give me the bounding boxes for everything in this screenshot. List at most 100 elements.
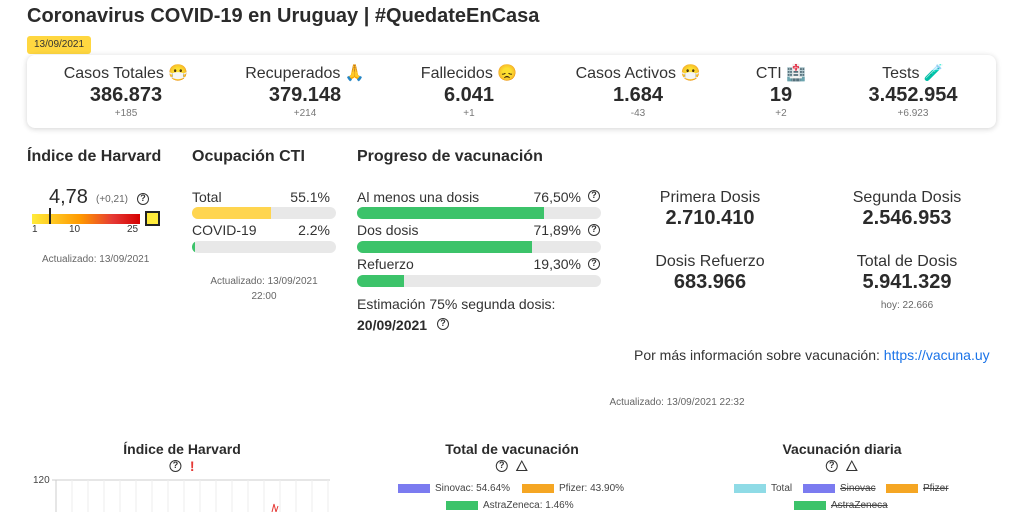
stat-delta: +214 <box>293 108 317 119</box>
stat-label: CTI 🏥 <box>755 65 807 82</box>
legend-total[interactable]: Total <box>734 483 792 494</box>
vacc-booster-help-icon[interactable]: ? <box>588 258 600 270</box>
vacc-estimate-help-icon[interactable]: ? <box>437 318 449 330</box>
harvard-chart-icons: ? ! <box>169 457 195 475</box>
harvard-chart-plot <box>52 479 330 512</box>
vacc-total-doses-label: Total de Dosis <box>856 253 958 270</box>
warning-icon <box>516 460 529 472</box>
vacc-first-dose: Primera Dosis 2.710.410 <box>660 189 760 230</box>
legend-swatch <box>522 483 554 493</box>
stat-deceased: Fallecidos 😞 6.041 +1 <box>421 63 517 119</box>
daily-vac-help-icon[interactable]: ? <box>825 459 838 472</box>
harvard-scale-label-1: 1 <box>32 224 38 235</box>
legend-pfizer[interactable]: Pfizer: 43.90% <box>522 483 624 494</box>
stat-value: 1.684 <box>612 84 664 106</box>
legend-label: Sinovac <box>840 483 876 494</box>
stat-value: 386.873 <box>89 84 163 106</box>
vacc-booster-dose-value: 683.966 <box>673 271 747 293</box>
stat-value: 3.452.954 <box>868 84 958 106</box>
cti-bar-total <box>192 207 336 219</box>
vacc-total-doses-value: 5.941.329 <box>862 271 952 293</box>
cti-row-pct-covid: 2.2% <box>298 222 330 238</box>
stat-delta: -43 <box>630 108 646 119</box>
cti-updated-date: Actualizado: 13/09/2021 <box>210 276 318 287</box>
vacc-info-link[interactable]: https://vacuna.uy <box>884 347 990 363</box>
stat-value: 19 <box>769 84 793 106</box>
cti-title: Ocupación CTI <box>192 148 305 165</box>
legend-swatch <box>886 483 918 493</box>
vacc-first-dose-label: Primera Dosis <box>659 189 761 206</box>
vaccination-title: Progreso de vacunación <box>357 148 543 165</box>
stat-delta: +1 <box>463 108 475 119</box>
vacc-bar-fill-first <box>357 207 544 219</box>
vacc-second-dose-value: 2.546.953 <box>862 207 952 229</box>
legend-label: Total <box>771 483 793 494</box>
vacc-total-doses: Total de Dosis 5.941.329 <box>857 253 958 294</box>
stat-cti: CTI 🏥 19 +2 <box>756 63 806 119</box>
vacc-bar-booster <box>357 275 601 287</box>
harvard-delta: (+0,21) <box>96 194 128 205</box>
warning-icon <box>846 460 859 472</box>
vacc-estimate-date: 20/09/2021 <box>357 317 428 333</box>
vacc-first-dose-value: 2.710.410 <box>665 207 755 229</box>
harvard-scale-label-25: 25 <box>127 224 139 235</box>
alert-icon: ! <box>189 457 195 474</box>
legend-label: Sinovac: 54.64% <box>435 483 511 494</box>
legend-label: AstraZeneca <box>831 500 888 511</box>
vacc-second-dose-label: Segunda Dosis <box>852 189 962 206</box>
vacc-first-help-icon[interactable]: ? <box>588 190 600 202</box>
stat-total-cases: Casos Totales 😷 386.873 +185 <box>64 63 189 119</box>
vacc-bar-fill-booster <box>357 275 405 287</box>
stat-delta: +185 <box>114 108 138 119</box>
harvard-updated: Actualizado: 13/09/2021 <box>42 254 150 265</box>
stat-delta: +6.923 <box>897 108 929 119</box>
harvard-chart-title: Índice de Harvard <box>123 441 241 457</box>
legend-pfizer-daily[interactable]: Pfizer <box>886 483 949 494</box>
total-vac-help-icon[interactable]: ? <box>495 459 508 472</box>
legend-swatch <box>803 483 835 493</box>
cti-updated-time: 22:00 <box>251 291 277 302</box>
legend-swatch <box>794 500 826 510</box>
vacc-booster-dose: Dosis Refuerzo 683.966 <box>655 253 764 294</box>
harvard-scale-marker <box>49 208 51 224</box>
harvard-help-icon[interactable]: ? <box>137 193 149 205</box>
legend-astrazeneca[interactable]: AstraZeneca: 1.46% <box>446 500 574 511</box>
vacc-info-text: Por más información sobre vacunación: <box>634 347 880 363</box>
legend-label: AstraZeneca: 1.46% <box>483 500 574 511</box>
vacc-second-dose: Segunda Dosis 2.546.953 <box>853 189 962 230</box>
vacc-updated: Actualizado: 13/09/2021 22:32 <box>609 397 745 408</box>
vacc-info: Por más información sobre vacunación: ht… <box>634 347 990 363</box>
cti-bar-covid <box>192 241 336 253</box>
legend-swatch <box>446 500 478 510</box>
vacc-row-label-first: Al menos una dosis <box>357 189 480 205</box>
page-title: Coronavirus COVID-19 en Uruguay | #Queda… <box>27 5 540 27</box>
vacc-estimate-label: Estimación 75% segunda dosis: <box>357 296 556 312</box>
vacc-row-label-second: Dos dosis <box>357 222 419 238</box>
vacc-booster-dose-label: Dosis Refuerzo <box>655 253 765 270</box>
legend-swatch <box>398 483 430 493</box>
total-vac-chart-title: Total de vacunación <box>445 441 579 457</box>
legend-sinovac-daily[interactable]: Sinovac <box>803 483 876 494</box>
total-vac-chart-icons: ? <box>495 457 529 475</box>
legend-astrazeneca-daily[interactable]: AstraZeneca <box>794 500 888 511</box>
vacc-bar-fill-second <box>357 241 533 253</box>
cti-bar-fill-total <box>192 207 272 219</box>
date-badge: 13/09/2021 <box>27 36 92 54</box>
stat-value: 6.041 <box>443 84 495 106</box>
stat-label: Casos Activos 😷 <box>575 65 701 82</box>
stat-label: Fallecidos 😞 <box>420 65 518 82</box>
harvard-chart-help-icon[interactable]: ? <box>169 459 182 472</box>
legend-sinovac[interactable]: Sinovac: 54.64% <box>398 483 510 494</box>
stat-label: Recuperados 🙏 <box>245 65 365 82</box>
harvard-chart-y-top-label: 120 <box>33 475 50 486</box>
stat-label: Tests 🧪 <box>882 65 944 82</box>
vacc-row-label-booster: Refuerzo <box>357 256 414 272</box>
stats-card: Casos Totales 😷 386.873 +185 Recuperados… <box>27 55 996 128</box>
stat-recovered: Recuperados 🙏 379.148 +214 <box>245 63 365 119</box>
harvard-value: 4,78 <box>49 186 88 208</box>
vacc-bar-first <box>357 207 601 219</box>
vacc-row-pct-first: 76,50% <box>533 189 581 205</box>
cti-row-label-covid: COVID-19 <box>192 222 257 238</box>
vacc-second-help-icon[interactable]: ? <box>588 224 600 236</box>
vacc-row-pct-second: 71,89% <box>533 222 581 238</box>
